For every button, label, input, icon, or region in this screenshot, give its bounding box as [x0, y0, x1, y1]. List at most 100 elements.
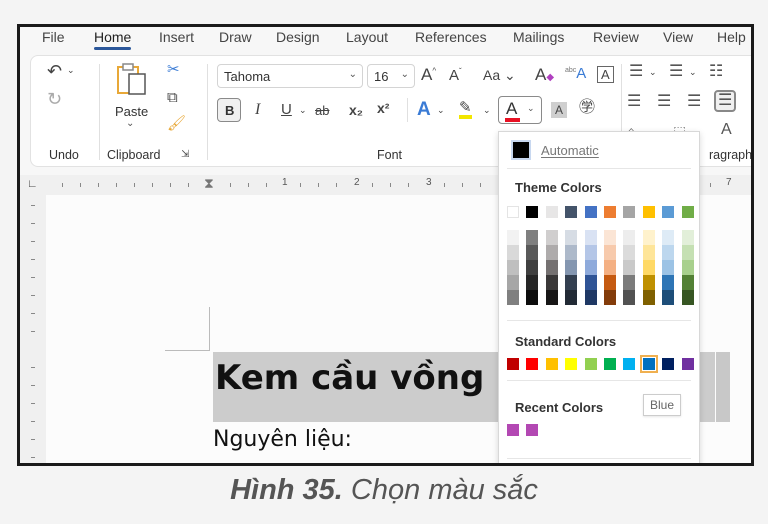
theme-color-swatch[interactable]: [565, 206, 578, 218]
theme-shade-swatch[interactable]: [604, 290, 616, 305]
theme-shade-swatch[interactable]: [642, 245, 655, 260]
format-painter-icon[interactable]: 🖌: [167, 116, 186, 131]
theme-color-swatch[interactable]: [526, 206, 539, 218]
tab-mailings[interactable]: Mailings: [513, 29, 564, 45]
justify-icon[interactable]: ☰: [714, 90, 737, 112]
copy-icon[interactable]: ⧉: [167, 90, 178, 105]
superscript-button[interactable]: x²: [377, 101, 389, 115]
numbering-dropdown-icon[interactable]: ⌄: [689, 68, 697, 77]
theme-color-swatch[interactable]: [681, 206, 694, 218]
undo-dropdown-icon[interactable]: ⌄: [67, 66, 75, 75]
underline-button[interactable]: U: [281, 102, 292, 117]
phonetic-guide-icon[interactable]: abcA: [565, 66, 586, 81]
standard-color-swatch[interactable]: [545, 358, 558, 370]
font-size-combo[interactable]: 16 ⌄: [367, 64, 415, 88]
theme-color-swatch[interactable]: [584, 206, 597, 218]
theme-shade-swatch[interactable]: [526, 245, 539, 260]
standard-color-swatch[interactable]: [565, 358, 578, 370]
theme-shade-swatch[interactable]: [681, 290, 694, 305]
theme-shade-swatch[interactable]: [507, 290, 519, 305]
font-color-button[interactable]: A ⌄: [498, 96, 542, 124]
highlight-dropdown-icon[interactable]: ⌄: [483, 106, 491, 115]
character-shading-icon[interactable]: A: [551, 102, 568, 118]
theme-color-swatch[interactable]: [662, 206, 675, 218]
standard-color-swatch[interactable]: [604, 358, 616, 370]
font-name-combo[interactable]: Tahoma ⌄: [217, 64, 363, 88]
tab-view[interactable]: View: [663, 29, 693, 45]
standard-color-swatch[interactable]: [662, 358, 675, 370]
asian-layout-icon[interactable]: A: [721, 122, 732, 138]
theme-shade-swatch[interactable]: [642, 275, 655, 290]
theme-color-swatch[interactable]: [642, 206, 655, 218]
indent-marker-icon[interactable]: ⧗: [204, 175, 214, 192]
theme-shade-swatch[interactable]: [623, 245, 636, 260]
theme-color-swatch[interactable]: [507, 206, 519, 218]
theme-shade-swatch[interactable]: [662, 275, 675, 290]
clipboard-launcher-icon[interactable]: ⇲: [181, 150, 189, 160]
scrollbar-thumb[interactable]: [716, 352, 730, 422]
theme-shade-swatch[interactable]: [623, 290, 636, 305]
theme-shade-swatch[interactable]: [604, 245, 616, 260]
theme-shade-swatch[interactable]: [584, 245, 597, 260]
theme-shade-swatch[interactable]: [545, 290, 558, 305]
theme-shade-swatch[interactable]: [565, 275, 578, 290]
theme-shade-swatch[interactable]: [642, 260, 655, 275]
standard-color-swatch[interactable]: [584, 358, 597, 370]
cut-icon[interactable]: ✂: [167, 62, 180, 77]
tab-file[interactable]: File: [42, 29, 65, 45]
theme-shade-swatch[interactable]: [545, 230, 558, 245]
strikethrough-button[interactable]: ab: [315, 104, 329, 117]
align-right-icon[interactable]: ☰: [687, 94, 701, 110]
theme-color-swatch[interactable]: [623, 206, 636, 218]
theme-shade-swatch[interactable]: [604, 230, 616, 245]
subscript-button[interactable]: x₂: [349, 103, 363, 117]
theme-shade-swatch[interactable]: [507, 275, 519, 290]
italic-button[interactable]: I: [255, 102, 260, 118]
enclose-characters-icon[interactable]: ㊫: [579, 100, 595, 116]
recent-color-swatch[interactable]: [526, 424, 539, 436]
theme-color-swatch[interactable]: [545, 206, 558, 218]
document-body-text[interactable]: Nguyên liệu:: [213, 427, 352, 452]
tab-selector-icon[interactable]: ∟: [27, 178, 38, 190]
bold-button[interactable]: B: [217, 98, 241, 122]
theme-shade-swatch[interactable]: [545, 275, 558, 290]
theme-shade-swatch[interactable]: [565, 245, 578, 260]
theme-shade-swatch[interactable]: [507, 230, 519, 245]
highlight-color-icon[interactable]: ✎: [459, 100, 472, 119]
bullets-icon[interactable]: ☰: [629, 64, 643, 80]
vertical-ruler[interactable]: [20, 195, 47, 463]
tab-insert[interactable]: Insert: [159, 29, 194, 45]
standard-color-swatch-selected[interactable]: [639, 355, 658, 373]
theme-shade-swatch[interactable]: [526, 290, 539, 305]
numbering-icon[interactable]: ☰: [669, 64, 683, 80]
theme-shade-swatch[interactable]: [526, 275, 539, 290]
theme-shade-swatch[interactable]: [642, 230, 655, 245]
theme-shade-swatch[interactable]: [662, 290, 675, 305]
recent-color-swatch[interactable]: [507, 424, 519, 436]
theme-shade-swatch[interactable]: [623, 260, 636, 275]
redo-icon[interactable]: ↻: [47, 90, 62, 108]
grow-font-icon[interactable]: A^: [421, 66, 436, 83]
text-effects-dropdown-icon[interactable]: ⌄: [437, 106, 445, 115]
theme-shade-swatch[interactable]: [642, 290, 655, 305]
tab-layout[interactable]: Layout: [346, 29, 388, 45]
theme-shade-swatch[interactable]: [545, 260, 558, 275]
theme-shade-swatch[interactable]: [545, 245, 558, 260]
theme-shade-swatch[interactable]: [584, 275, 597, 290]
multilevel-list-icon[interactable]: ☷: [709, 64, 723, 80]
tab-home[interactable]: Home: [94, 29, 132, 50]
theme-shade-swatch[interactable]: [565, 290, 578, 305]
standard-color-swatch[interactable]: [681, 358, 694, 370]
theme-shade-swatch[interactable]: [507, 260, 519, 275]
clear-formatting-icon[interactable]: A◆: [535, 66, 554, 83]
tab-design[interactable]: Design: [276, 29, 320, 45]
shrink-font-icon[interactable]: Aˇ: [449, 68, 462, 84]
theme-shade-swatch[interactable]: [604, 260, 616, 275]
standard-color-swatch[interactable]: [507, 358, 519, 370]
tab-draw[interactable]: Draw: [219, 29, 252, 45]
theme-shade-swatch[interactable]: [584, 260, 597, 275]
theme-shade-swatch[interactable]: [681, 230, 694, 245]
theme-shade-swatch[interactable]: [623, 230, 636, 245]
theme-shade-swatch[interactable]: [526, 230, 539, 245]
character-border-icon[interactable]: A: [597, 66, 614, 83]
